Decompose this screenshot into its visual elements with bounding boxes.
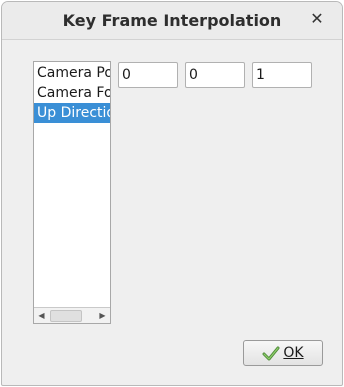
ok-button[interactable]: OK [243, 340, 323, 366]
window-title: Key Frame Interpolation [62, 11, 282, 30]
close-icon[interactable]: ✕ [308, 10, 326, 28]
vector-z-input[interactable] [252, 62, 312, 88]
list-item-camera-focal-point[interactable]: Camera Focal Point [34, 83, 110, 103]
vector-x-input[interactable] [118, 62, 178, 88]
property-list[interactable]: Camera Position Camera Focal Point Up Di… [33, 61, 111, 324]
title-bar: Key Frame Interpolation ✕ [2, 2, 342, 40]
vector-y-input[interactable] [185, 62, 245, 88]
scroll-right-icon[interactable]: ▶ [95, 308, 110, 323]
ok-button-label: OK [283, 345, 304, 361]
key-frame-interpolation-dialog: Key Frame Interpolation ✕ Camera Positio… [1, 1, 343, 386]
list-item-up-direction[interactable]: Up Direction [34, 103, 110, 123]
scroll-thumb[interactable] [50, 310, 82, 322]
scroll-left-icon[interactable]: ◀ [34, 308, 49, 323]
horizontal-scrollbar[interactable]: ◀ ▶ [34, 307, 110, 323]
checkmark-arrow-icon [262, 345, 280, 361]
list-item-camera-position[interactable]: Camera Position [34, 63, 110, 83]
